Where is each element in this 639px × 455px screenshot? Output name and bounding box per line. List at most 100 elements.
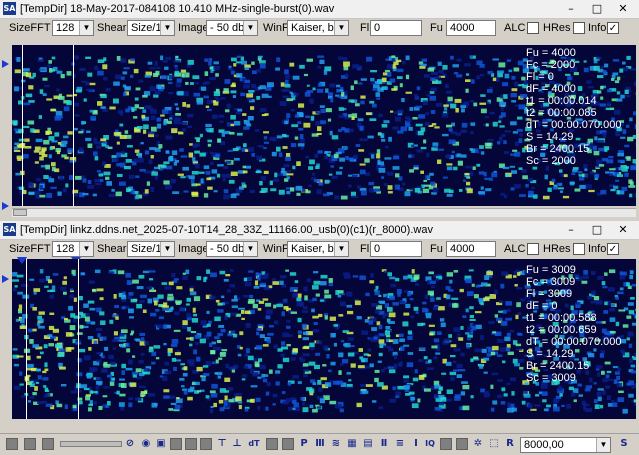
spectrogram[interactable]: Fu = 4000Fc = 2000Fl = 0dF = 4000t1 = 00… (12, 45, 636, 206)
info-checkbox[interactable]: ✓ (607, 22, 619, 34)
stop-icon[interactable] (24, 438, 36, 450)
minimize-icon[interactable]: – (562, 2, 580, 16)
horizontal-scrollbar[interactable] (12, 208, 636, 217)
spectrogram-cell (633, 159, 637, 163)
spectrogram-cell (488, 139, 494, 141)
spectrogram-cell (397, 76, 403, 79)
spectrogram-cell (255, 280, 258, 285)
iq-icon[interactable]: IQ (424, 438, 436, 450)
maximize-icon[interactable]: □ (588, 223, 606, 237)
spectrogram-cell (209, 343, 212, 347)
spectrogram-cell (366, 384, 373, 387)
grid-icon[interactable]: ▦ (346, 438, 358, 450)
spectrogram-cell (94, 138, 97, 142)
image-select[interactable]: - 50 db▼ (206, 20, 258, 36)
frequency-marker-icon[interactable] (2, 275, 9, 283)
frequency-marker-icon[interactable] (2, 60, 9, 68)
crop-icon[interactable]: ⬚ (488, 438, 500, 450)
spectrogram-cell (93, 194, 97, 197)
spectrogram-cell (619, 167, 623, 170)
speaker-icon[interactable]: ◉ (140, 438, 152, 450)
s-button[interactable]: S (618, 438, 630, 450)
title-bar[interactable]: SA [TempDir] 18-May-2017-084108 10.410 M… (0, 0, 639, 19)
bars-icon[interactable]: Ⅱ (378, 438, 390, 450)
spectrogram-cell (449, 140, 456, 145)
spectrogram-cell (560, 191, 563, 193)
filter-icon[interactable]: ⊥ (231, 438, 243, 450)
record-icon[interactable] (6, 438, 18, 450)
tool-icon[interactable] (200, 438, 212, 450)
time-marker-end[interactable] (73, 45, 74, 206)
spectrogram[interactable]: Fu = 3009Fc = 3009Fl = 3009dF = 0t1 = 00… (12, 259, 636, 419)
spectrogram-cell (130, 383, 137, 387)
bars-icon[interactable]: Ⅲ (314, 438, 326, 450)
spectrogram-cell (207, 187, 213, 190)
i-icon[interactable]: I (410, 438, 422, 450)
close-icon[interactable]: ✕ (614, 223, 632, 237)
spectrogram-cell (440, 397, 446, 401)
dt-icon[interactable]: dT (248, 438, 260, 450)
image-select[interactable]: - 50 db▼ (206, 241, 258, 257)
spectrogram-cell (192, 157, 195, 161)
scrollbar-thumb[interactable] (13, 209, 27, 216)
tool-icon[interactable] (282, 438, 294, 450)
sample-rate-select[interactable]: 8000,00▼ (520, 437, 611, 453)
shear-select[interactable]: Size/16▼ (127, 241, 175, 257)
tool-icon[interactable] (170, 438, 182, 450)
pause-icon[interactable] (42, 438, 54, 450)
alc-checkbox[interactable] (527, 22, 539, 34)
spectrogram-cell (196, 357, 200, 362)
spectrogram-cell (273, 394, 278, 398)
hres-checkbox[interactable] (573, 243, 585, 255)
winf-select[interactable]: Kaiser, b=8▼ (287, 241, 349, 257)
alc-checkbox[interactable] (527, 243, 539, 255)
position-slider[interactable] (60, 441, 122, 447)
time-marker-end[interactable] (78, 259, 79, 419)
spectrogram-cell (297, 121, 301, 124)
spectrogram-cell (431, 192, 437, 195)
close-icon[interactable]: ✕ (614, 2, 632, 16)
settings-icon[interactable]: ✲ (472, 438, 484, 450)
filter-icon[interactable]: ⊤ (216, 438, 228, 450)
fl-input[interactable]: 0 (370, 20, 422, 36)
tool-icon[interactable] (185, 438, 197, 450)
spectrogram-cell (153, 94, 158, 97)
grid-icon[interactable]: ▤ (362, 438, 374, 450)
spectrogram-cell (143, 130, 146, 134)
time-marker-start[interactable] (26, 259, 27, 419)
spectrogram-cell (121, 364, 126, 369)
tool-icon[interactable] (266, 438, 278, 450)
spectrogram-cell (434, 146, 437, 149)
window-icon[interactable]: ▣ (155, 438, 167, 450)
hres-checkbox[interactable] (573, 22, 585, 34)
fu-input[interactable]: 4000 (446, 241, 496, 257)
marker-start-icon[interactable] (17, 257, 27, 264)
spectrogram-cell (14, 386, 20, 390)
tool-icon[interactable] (456, 438, 468, 450)
title-bar[interactable]: SA [TempDir] linkz.ddns.net_2025-07-10T1… (0, 221, 639, 240)
minimize-icon[interactable]: – (562, 223, 580, 237)
p-icon[interactable]: P (298, 438, 310, 450)
shear-select[interactable]: Size/16▼ (127, 20, 175, 36)
spectrogram-cell (232, 305, 238, 308)
spectrogram-cell (94, 66, 98, 70)
maximize-icon[interactable]: □ (588, 2, 606, 16)
spectrogram-cell (204, 96, 209, 99)
spectrogram-cell (252, 153, 256, 157)
frequency-marker-icon[interactable] (2, 202, 9, 210)
fl-input[interactable]: 0 (370, 241, 422, 257)
sizefft-select[interactable]: 128▼ (52, 20, 94, 36)
no-entry-icon[interactable]: ⊘ (124, 438, 136, 450)
spectrogram-cell (52, 167, 56, 171)
wave-icon[interactable]: ≋ (330, 438, 342, 450)
sample-rate-value: 8000,00 (524, 439, 564, 451)
winf-select[interactable]: Kaiser, b=8▼ (287, 20, 349, 36)
lines-icon[interactable]: ≡ (394, 438, 406, 450)
tool-icon[interactable] (440, 438, 452, 450)
sizefft-select[interactable]: 128▼ (52, 241, 94, 257)
fu-input[interactable]: 4000 (446, 20, 496, 36)
r-icon[interactable]: R (504, 438, 516, 450)
info-checkbox[interactable]: ✓ (607, 243, 619, 255)
time-marker-start[interactable] (22, 45, 23, 206)
spectrogram-cell (315, 353, 320, 356)
